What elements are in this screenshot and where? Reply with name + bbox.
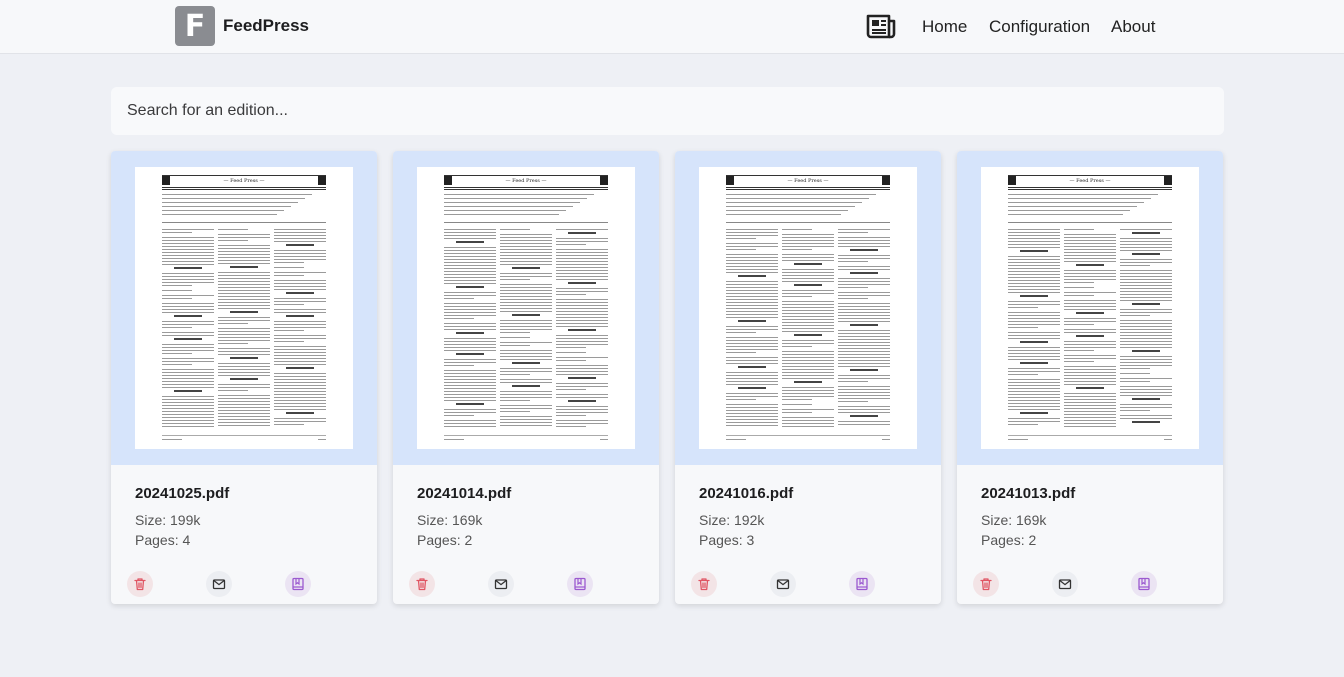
navbar: F FeedPress Home Configuration About: [0, 0, 1344, 54]
edition-thumbnail-area[interactable]: — Feed Press —: [957, 151, 1223, 465]
edition-card[interactable]: — Feed Press — 20241016.pdf Size: 192k Page…: [675, 151, 941, 604]
brand[interactable]: F FeedPress: [175, 6, 309, 46]
edition-pages: Pages: 4: [135, 532, 191, 548]
edition-file-name: 20241014.pdf: [417, 485, 512, 502]
delete-button[interactable]: [127, 571, 153, 597]
pdf-page-thumbnail: — Feed Press —: [981, 167, 1199, 449]
mail-icon: [776, 577, 790, 591]
edition-thumbnail-area[interactable]: — Feed Press —: [675, 151, 941, 465]
send-to-reader-button[interactable]: [1131, 571, 1157, 597]
send-to-reader-button[interactable]: [567, 571, 593, 597]
mail-icon: [1058, 577, 1072, 591]
trash-icon: [415, 577, 429, 591]
edition-thumbnail-area[interactable]: — Feed Press —: [393, 151, 659, 465]
thumbnail-masthead: — Feed Press —: [505, 178, 547, 184]
pdf-page-thumbnail: — Feed Press —: [135, 167, 353, 449]
edition-file-name: 20241013.pdf: [981, 485, 1076, 502]
edition-card[interactable]: — Feed Press — 20241014.pdf Size: 169k Page…: [393, 151, 659, 604]
newspaper-icon[interactable]: [866, 11, 897, 42]
logo: F: [175, 6, 215, 46]
edition-file-name: 20241025.pdf: [135, 485, 230, 502]
email-button[interactable]: [206, 571, 232, 597]
delete-button[interactable]: [973, 571, 999, 597]
email-button[interactable]: [1052, 571, 1078, 597]
edition-card[interactable]: — Feed Press — 20241025.pdf Size: 199k Page…: [111, 151, 377, 604]
edition-pages: Pages: 2: [981, 532, 1037, 548]
edition-size: Size: 192k: [699, 512, 765, 528]
edition-size: Size: 169k: [981, 512, 1047, 528]
email-button[interactable]: [488, 571, 514, 597]
trash-icon: [979, 577, 993, 591]
trash-icon: [697, 577, 711, 591]
edition-size: Size: 169k: [417, 512, 483, 528]
mail-icon: [212, 577, 226, 591]
edition-card[interactable]: — Feed Press — 20241013.pdf Size: 169k Page…: [957, 151, 1223, 604]
edition-file-name: 20241016.pdf: [699, 485, 794, 502]
brand-name: FeedPress: [223, 16, 309, 35]
send-to-reader-button[interactable]: [285, 571, 311, 597]
trash-icon: [133, 577, 147, 591]
mail-icon: [494, 577, 508, 591]
book-icon: [573, 577, 587, 591]
pdf-page-thumbnail: — Feed Press —: [417, 167, 635, 449]
edition-pages: Pages: 3: [699, 532, 755, 548]
nav-about[interactable]: About: [1111, 17, 1155, 37]
edition-thumbnail-area[interactable]: — Feed Press —: [111, 151, 377, 465]
pdf-page-thumbnail: — Feed Press —: [699, 167, 917, 449]
book-icon: [291, 577, 305, 591]
book-icon: [855, 577, 869, 591]
book-icon: [1137, 577, 1151, 591]
delete-button[interactable]: [691, 571, 717, 597]
nav-home[interactable]: Home: [922, 17, 967, 37]
delete-button[interactable]: [409, 571, 435, 597]
thumbnail-masthead: — Feed Press —: [223, 178, 265, 184]
email-button[interactable]: [770, 571, 796, 597]
edition-pages: Pages: 2: [417, 532, 473, 548]
thumbnail-masthead: — Feed Press —: [787, 178, 829, 184]
send-to-reader-button[interactable]: [849, 571, 875, 597]
search-input[interactable]: [111, 87, 1224, 135]
nav-configuration[interactable]: Configuration: [989, 17, 1090, 37]
thumbnail-masthead: — Feed Press —: [1069, 178, 1111, 184]
edition-size: Size: 199k: [135, 512, 201, 528]
